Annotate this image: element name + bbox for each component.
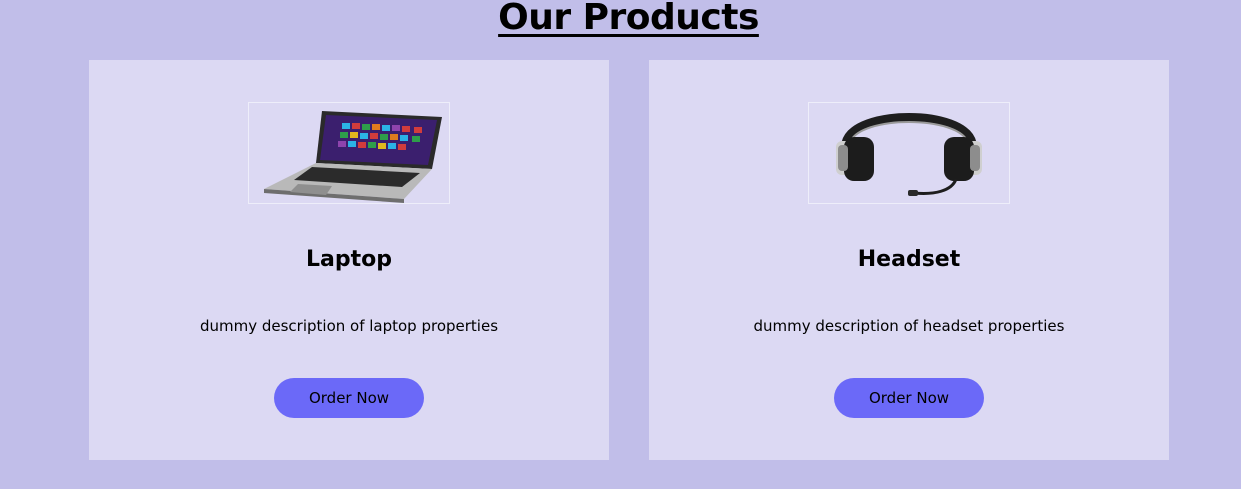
product-description: dummy description of laptop properties xyxy=(199,317,499,335)
page-title: Our Products xyxy=(498,0,759,38)
product-name: Laptop xyxy=(306,247,392,272)
order-now-button[interactable]: Order Now xyxy=(834,378,984,418)
product-list: Laptop dummy description of laptop prope… xyxy=(89,60,1169,460)
product-description: dummy description of headset properties xyxy=(753,317,1065,335)
product-name: Headset xyxy=(857,247,961,272)
order-now-button[interactable]: Order Now xyxy=(274,378,424,418)
headset-image xyxy=(808,102,1010,204)
laptop-image xyxy=(248,102,450,204)
headset-icon xyxy=(836,113,982,196)
product-card-headset: Headset dummy description of headset pro… xyxy=(649,60,1169,460)
laptop-icon xyxy=(264,111,442,203)
product-card-laptop: Laptop dummy description of laptop prope… xyxy=(89,60,609,460)
